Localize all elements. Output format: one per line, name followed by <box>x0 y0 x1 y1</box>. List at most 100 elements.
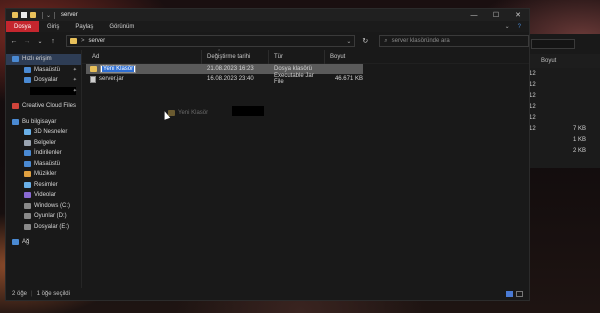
sidebar-item-label: 3D Nesneler <box>34 129 68 136</box>
tab-home[interactable]: Giriş <box>39 21 67 32</box>
background-window: Boyut 12 12 12 12 12 12 7 KB 1 KB 2 KB <box>520 34 600 168</box>
sidebar-item[interactable]: Bu bilgisayar <box>6 117 81 128</box>
background-row-size: 2 KB <box>572 147 586 154</box>
sidebar-item-label: İndirilenler <box>34 150 62 157</box>
sidebar-item-label: Hızlı erişim <box>22 56 52 63</box>
sidebar-item[interactable]: Windows (C:) <box>6 201 81 212</box>
sidebar-item-label: Videolar <box>34 192 56 199</box>
jar-file-icon <box>90 75 96 83</box>
sidebar-item-label: Masaüstü <box>34 160 61 167</box>
background-search-box <box>521 34 600 54</box>
search-placeholder: server klasöründe ara <box>391 38 450 44</box>
maximize-button[interactable]: ☐ <box>485 9 507 21</box>
background-row-left: 12 <box>529 103 536 110</box>
quick-access-dropdown-icon[interactable]: ⌄ <box>46 12 51 19</box>
sidebar-item[interactable]: Masaüstü <box>6 159 81 170</box>
file-name: server.jar <box>99 76 124 82</box>
background-row: 12 7 KB <box>521 123 600 134</box>
address-bar[interactable]: > server ⌄ <box>65 35 356 47</box>
navigation-pane: Hızlı erişim Masaüstü ✦ Dosyalar ✦ ✦ Creative … <box>6 50 82 288</box>
sidebar-item[interactable]: Hızlı erişim <box>6 54 81 65</box>
back-button[interactable]: ← <box>10 38 18 45</box>
download-icon <box>24 77 31 84</box>
new-folder-icon[interactable] <box>30 12 36 18</box>
sidebar-item-label: Resimler <box>34 181 58 188</box>
video-icon <box>24 192 31 199</box>
drag-ghost-label: Yeni Klasör <box>178 110 209 116</box>
sidebar-item[interactable]: ✦ <box>6 86 81 97</box>
path-separator[interactable]: > <box>81 38 85 44</box>
sidebar-item[interactable]: 3D Nesneler <box>6 127 81 138</box>
background-row: 12 <box>521 68 600 79</box>
sidebar-item[interactable]: Belgeler <box>6 138 81 149</box>
sidebar-item[interactable]: Müzikler <box>6 169 81 180</box>
file-type: Executable Jar File <box>274 73 314 85</box>
background-row-size: 1 KB <box>572 136 586 143</box>
recent-locations-button[interactable]: ⌄ <box>36 38 44 45</box>
expand-ribbon-icon[interactable]: ⌄ <box>505 23 510 30</box>
redacted-region <box>232 106 264 116</box>
table-row[interactable]: server.jar 16.08.2023 23:40 Executable J… <box>82 73 529 85</box>
refresh-button[interactable]: ↻ <box>362 37 368 45</box>
details-view-icon[interactable] <box>506 291 513 297</box>
column-header-row: ⌃ Ad Değiştirme tarihi Tür Boyut <box>82 49 529 64</box>
breadcrumb-server[interactable]: server <box>88 38 105 44</box>
up-button[interactable]: ↑ <box>49 38 57 45</box>
sidebar-item[interactable]: Creative Cloud Files <box>6 101 81 112</box>
column-date[interactable]: Değiştirme tarihi <box>202 49 269 64</box>
background-row: 12 <box>521 112 600 123</box>
image-icon <box>24 181 31 188</box>
tab-file[interactable]: Dosya <box>6 21 40 32</box>
network-icon <box>12 239 19 246</box>
column-name[interactable]: Ad <box>82 49 202 64</box>
background-row: 12 <box>521 90 600 101</box>
drive-icon <box>24 202 31 209</box>
drive-icon <box>24 223 31 230</box>
search-input[interactable]: ⌕ server klasöründe ara <box>379 35 529 47</box>
file-date: 21.08.2023 16:23 <box>207 66 254 72</box>
large-icons-view-icon[interactable] <box>516 291 523 297</box>
sidebar-item[interactable]: Ağ <box>6 237 81 248</box>
ribbon: Dosya Giriş Paylaş Görünüm ⌄ ? <box>6 21 529 32</box>
background-row-left: 12 <box>529 70 536 77</box>
separator <box>42 11 43 19</box>
background-row-left: 12 <box>529 81 536 88</box>
background-row: 12 <box>521 79 600 90</box>
tab-share[interactable]: Paylaş <box>67 21 101 32</box>
minimize-button[interactable]: — <box>463 9 485 21</box>
title-bar: ⌄ server — ☐ ✕ <box>6 9 529 21</box>
separator <box>54 11 56 19</box>
sidebar-item-label: Windows (C:) <box>34 202 71 209</box>
tab-view[interactable]: Görünüm <box>101 21 142 32</box>
background-column-header: Boyut <box>521 54 600 68</box>
sidebar-item[interactable]: Videolar <box>6 190 81 201</box>
column-type[interactable]: Tür <box>269 49 325 64</box>
rename-input[interactable]: Yeni Klasör <box>100 65 137 73</box>
background-row-left: 12 <box>529 92 536 99</box>
download-icon <box>24 150 31 157</box>
separator: | <box>31 291 33 297</box>
background-row: 2 KB <box>521 145 600 156</box>
pin-icon: ✦ <box>72 87 77 94</box>
desktop-icon <box>24 160 31 167</box>
background-row-left: 12 <box>529 114 536 121</box>
cloud-icon <box>12 103 19 110</box>
explorer-window: ⌄ server — ☐ ✕ Dosya Giriş Paylaş Görünü… <box>5 8 530 301</box>
sidebar-item-label: Belgeler <box>34 139 57 146</box>
column-size[interactable]: Boyut <box>325 50 365 64</box>
sidebar-item[interactable]: Dosyalar ✦ <box>6 75 81 86</box>
sidebar-item-label: Dosyalar <box>34 77 58 84</box>
sidebar-item[interactable]: Resimler <box>6 180 81 191</box>
properties-icon[interactable] <box>21 12 27 18</box>
sidebar-item[interactable]: İndirilenler <box>6 148 81 159</box>
forward-button[interactable]: → <box>23 38 31 45</box>
sidebar-item[interactable]: Dosyalar (E:) <box>6 222 81 233</box>
sidebar-item[interactable]: Oyunlar (D:) <box>6 211 81 222</box>
sidebar-item-label: Bu bilgisayar <box>22 118 57 125</box>
sidebar-item[interactable]: Masaüstü ✦ <box>6 65 81 76</box>
help-icon[interactable]: ? <box>518 24 521 30</box>
computer-icon <box>12 118 19 125</box>
address-dropdown-icon[interactable]: ⌄ <box>346 38 351 45</box>
close-button[interactable]: ✕ <box>507 9 529 21</box>
music-icon <box>24 171 31 178</box>
